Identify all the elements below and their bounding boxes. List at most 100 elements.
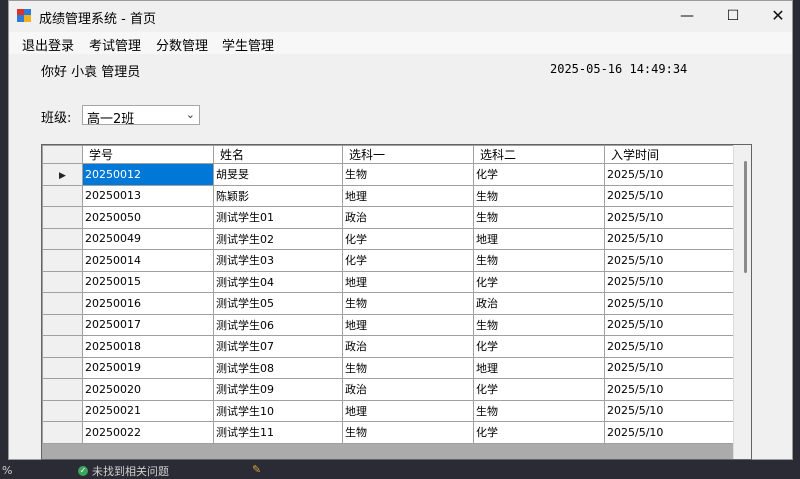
table-cell[interactable]: 生物: [473, 399, 605, 422]
table-row[interactable]: 20250014 测试学生03 化学 生物 2025/5/10: [42, 249, 736, 272]
row-header[interactable]: [42, 335, 83, 358]
table-cell[interactable]: 2025/5/10: [604, 292, 736, 315]
close-button[interactable]: ✕: [755, 1, 800, 31]
menu-score-management[interactable]: 分数管理: [156, 35, 208, 54]
table-cell[interactable]: 政治: [342, 335, 474, 358]
class-select[interactable]: 高一2班 ⌄: [82, 105, 200, 127]
table-cell[interactable]: 生物: [473, 206, 605, 229]
table-cell[interactable]: 测试学生02: [213, 227, 343, 250]
row-header[interactable]: [42, 399, 83, 422]
table-cell[interactable]: 测试学生09: [213, 378, 343, 401]
table-cell[interactable]: 化学: [473, 378, 605, 401]
table-cell[interactable]: 2025/5/10: [604, 270, 736, 293]
column-header-student-id[interactable]: 学号: [82, 145, 214, 164]
table-row[interactable]: 20250049 测试学生02 化学 地理 2025/5/10: [42, 227, 736, 250]
table-cell[interactable]: 测试学生01: [213, 206, 343, 229]
table-cell[interactable]: 测试学生06: [213, 313, 343, 336]
brush-icon[interactable]: ✎: [252, 463, 261, 476]
column-header-enroll-date[interactable]: 入学时间: [604, 145, 736, 164]
row-header[interactable]: [42, 313, 83, 336]
table-cell[interactable]: 政治: [342, 206, 474, 229]
table-cell[interactable]: 化学: [473, 163, 605, 186]
table-cell[interactable]: 20250018: [82, 335, 214, 358]
table-cell[interactable]: 2025/5/10: [604, 356, 736, 379]
table-cell[interactable]: 化学: [342, 227, 474, 250]
row-header[interactable]: [42, 421, 83, 444]
table-row[interactable]: 20250015 测试学生04 地理 化学 2025/5/10: [42, 270, 736, 293]
table-cell[interactable]: 生物: [473, 313, 605, 336]
table-cell[interactable]: 2025/5/10: [604, 313, 736, 336]
table-cell[interactable]: 20250012: [82, 163, 214, 186]
table-cell[interactable]: 地理: [473, 356, 605, 379]
table-cell[interactable]: 地理: [342, 270, 474, 293]
table-row[interactable]: 20250018 测试学生07 政治 化学 2025/5/10: [42, 335, 736, 358]
status-issues[interactable]: ✓ 未找到相关问题: [78, 463, 169, 479]
table-cell[interactable]: 测试学生05: [213, 292, 343, 315]
table-cell[interactable]: 2025/5/10: [604, 184, 736, 207]
table-cell[interactable]: 2025/5/10: [604, 206, 736, 229]
table-cell[interactable]: 2025/5/10: [604, 335, 736, 358]
table-cell[interactable]: 20250021: [82, 399, 214, 422]
menu-exam-management[interactable]: 考试管理: [89, 35, 141, 54]
table-cell[interactable]: 生物: [342, 421, 474, 444]
table-cell[interactable]: 地理: [342, 313, 474, 336]
table-cell[interactable]: 20250017: [82, 313, 214, 336]
table-cell[interactable]: 20250022: [82, 421, 214, 444]
row-header[interactable]: [42, 184, 83, 207]
table-cell[interactable]: 20250049: [82, 227, 214, 250]
scrollbar-thumb[interactable]: [744, 161, 747, 273]
row-header[interactable]: [42, 227, 83, 250]
table-row[interactable]: 20250050 测试学生01 政治 生物 2025/5/10: [42, 206, 736, 229]
table-cell[interactable]: 20250016: [82, 292, 214, 315]
column-header-name[interactable]: 姓名: [213, 145, 343, 164]
table-cell[interactable]: 生物: [342, 356, 474, 379]
table-cell[interactable]: 地理: [342, 399, 474, 422]
table-row[interactable]: 20250021 测试学生10 地理 生物 2025/5/10: [42, 399, 736, 422]
table-row[interactable]: 20250020 测试学生09 政治 化学 2025/5/10: [42, 378, 736, 401]
column-header-subject-two[interactable]: 选科二: [473, 145, 605, 164]
table-cell[interactable]: 2025/5/10: [604, 378, 736, 401]
student-grid[interactable]: 学号 姓名 选科一 选科二 入学时间 ▶ 20250012 胡旻旻 生物 化学 2025/…: [41, 144, 752, 460]
table-cell[interactable]: 地理: [342, 184, 474, 207]
table-cell[interactable]: 生物: [342, 163, 474, 186]
menu-student-management[interactable]: 学生管理: [222, 35, 274, 54]
table-cell[interactable]: 化学: [473, 421, 605, 444]
table-cell[interactable]: 2025/5/10: [604, 249, 736, 272]
table-row[interactable]: 20250019 测试学生08 生物 地理 2025/5/10: [42, 356, 736, 379]
table-cell[interactable]: 测试学生11: [213, 421, 343, 444]
table-cell[interactable]: 20250013: [82, 184, 214, 207]
table-cell[interactable]: 2025/5/10: [604, 421, 736, 444]
table-cell[interactable]: 胡旻旻: [213, 163, 343, 186]
row-header[interactable]: [42, 356, 83, 379]
table-cell[interactable]: 测试学生10: [213, 399, 343, 422]
table-row[interactable]: 20250016 测试学生05 生物 政治 2025/5/10: [42, 292, 736, 315]
table-cell[interactable]: 测试学生04: [213, 270, 343, 293]
table-cell[interactable]: 20250014: [82, 249, 214, 272]
table-cell[interactable]: 20250015: [82, 270, 214, 293]
table-cell[interactable]: 20250050: [82, 206, 214, 229]
row-header[interactable]: [42, 249, 83, 272]
row-header[interactable]: ▶: [42, 163, 83, 186]
table-row[interactable]: ▶ 20250012 胡旻旻 生物 化学 2025/5/10: [42, 163, 736, 186]
title-bar[interactable]: 成绩管理系统 - 首页 — ☐ ✕: [9, 1, 792, 31]
table-cell[interactable]: 陈颖影: [213, 184, 343, 207]
table-cell[interactable]: 测试学生07: [213, 335, 343, 358]
row-header[interactable]: [42, 270, 83, 293]
minimize-button[interactable]: —: [664, 1, 710, 31]
table-cell[interactable]: 政治: [473, 292, 605, 315]
table-cell[interactable]: 测试学生03: [213, 249, 343, 272]
table-cell[interactable]: 化学: [473, 335, 605, 358]
table-cell[interactable]: 2025/5/10: [604, 399, 736, 422]
table-row[interactable]: 20250013 陈颖影 地理 生物 2025/5/10: [42, 184, 736, 207]
table-cell[interactable]: 化学: [473, 270, 605, 293]
table-cell[interactable]: 2025/5/10: [604, 227, 736, 250]
chevron-down-icon[interactable]: ⌄: [186, 108, 195, 121]
table-cell[interactable]: 生物: [342, 292, 474, 315]
table-cell[interactable]: 20250019: [82, 356, 214, 379]
vertical-scrollbar[interactable]: [733, 145, 751, 459]
column-header-subject-one[interactable]: 选科一: [342, 145, 474, 164]
table-row[interactable]: 20250022 测试学生11 生物 化学 2025/5/10: [42, 421, 736, 444]
table-row[interactable]: 20250017 测试学生06 地理 生物 2025/5/10: [42, 313, 736, 336]
table-cell[interactable]: 生物: [473, 184, 605, 207]
maximize-button[interactable]: ☐: [710, 1, 756, 31]
